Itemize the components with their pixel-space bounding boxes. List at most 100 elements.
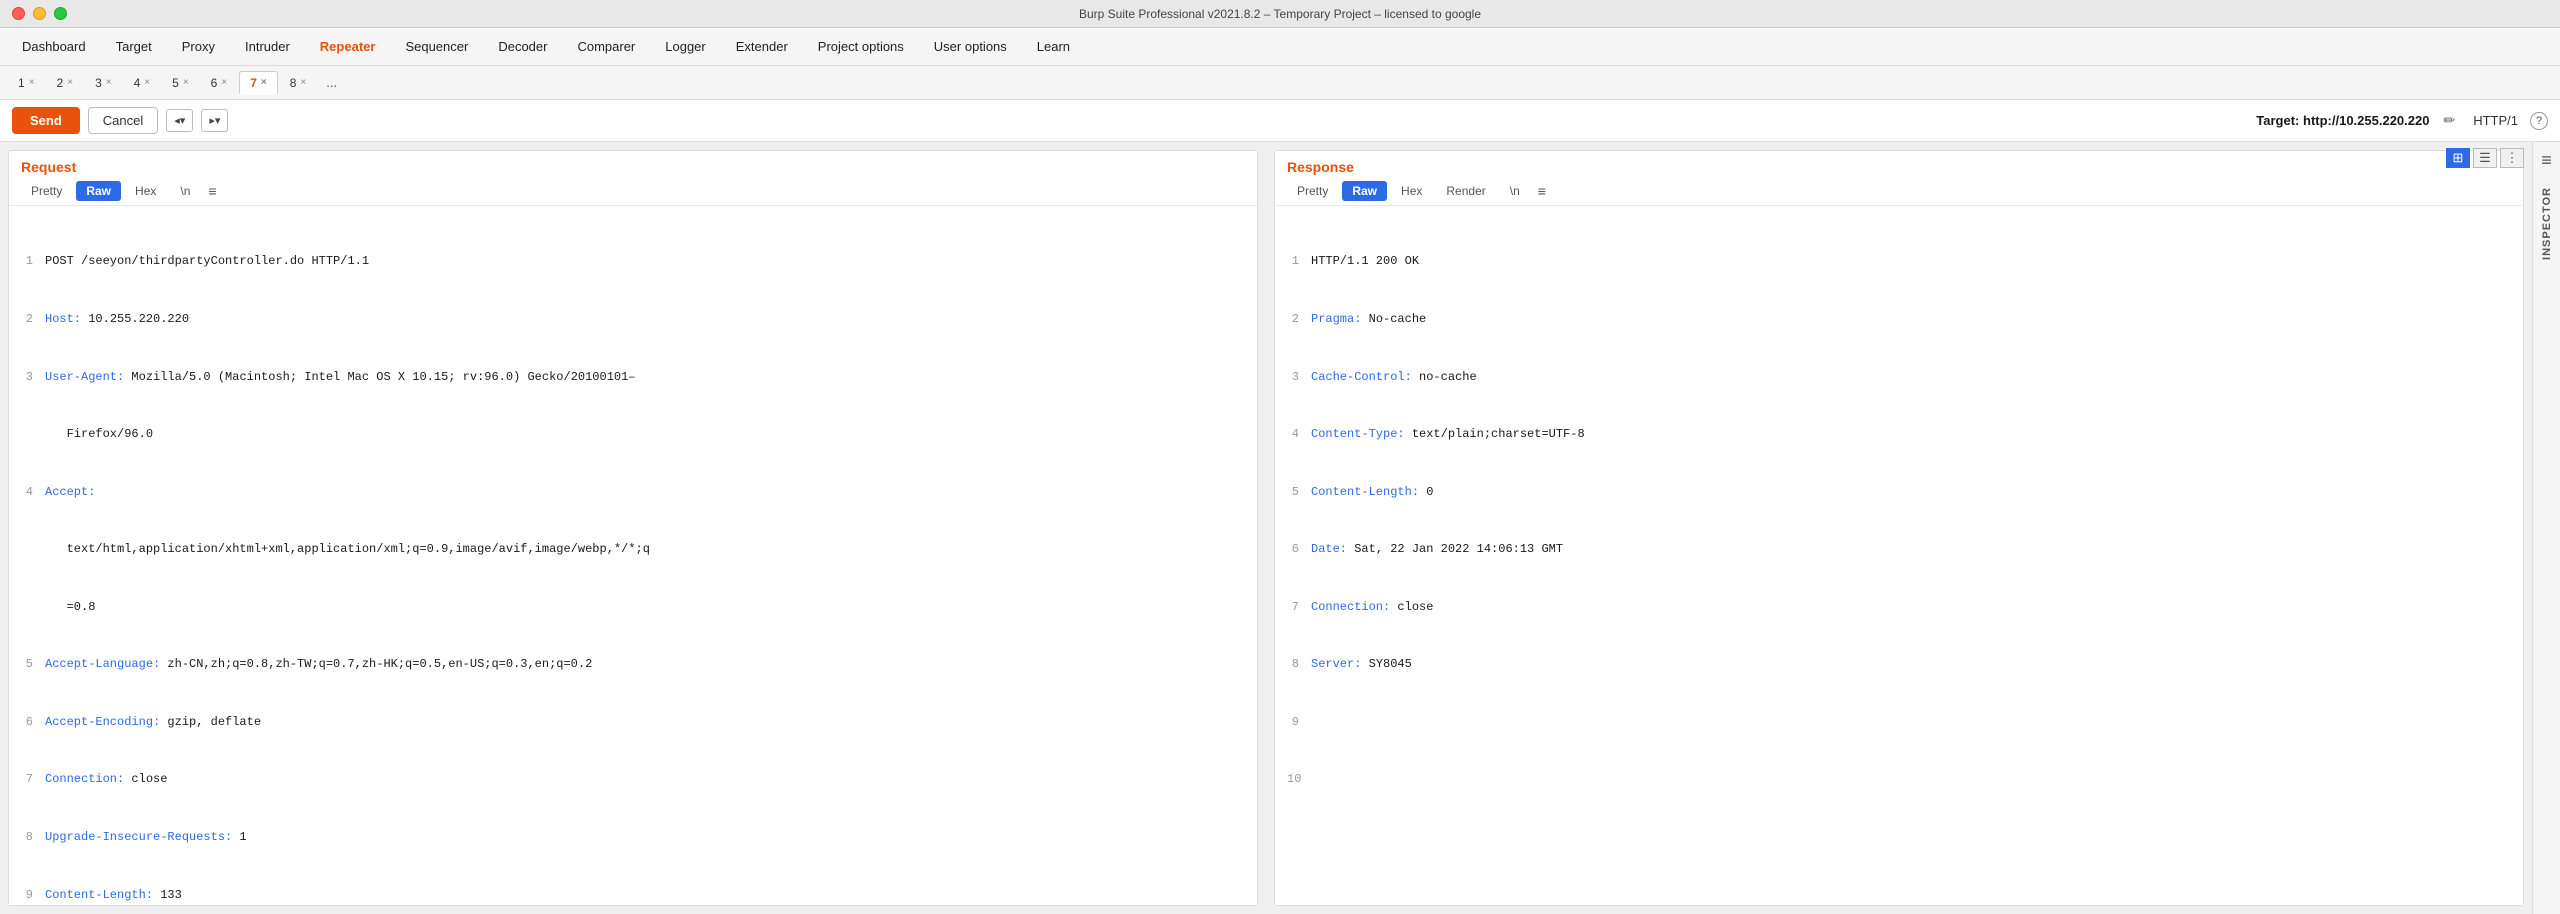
request-panel-title: Request bbox=[21, 159, 1245, 175]
tab-1-label: 1 bbox=[18, 76, 25, 90]
menu-learn[interactable]: Learn bbox=[1023, 34, 1084, 59]
edit-target-icon[interactable]: ✏ bbox=[2443, 112, 2455, 129]
response-panel-title: Response bbox=[1287, 159, 2511, 175]
response-line-8: 8 Server: SY8045 bbox=[1287, 655, 2511, 674]
request-panel-header: Request Pretty Raw Hex \n ≡ bbox=[9, 151, 1257, 206]
menu-comparer[interactable]: Comparer bbox=[563, 34, 649, 59]
response-line-1: 1 HTTP/1.1 200 OK bbox=[1287, 252, 2511, 271]
response-tab-newline[interactable]: \n bbox=[1500, 181, 1530, 201]
tab-3[interactable]: 3 × bbox=[85, 72, 122, 94]
menu-proxy[interactable]: Proxy bbox=[168, 34, 229, 59]
view-vertical-icon[interactable]: ⋮ bbox=[2500, 148, 2524, 168]
inspector-sidebar: ≡ INSPECTOR bbox=[2532, 142, 2560, 914]
response-line-7: 7 Connection: close bbox=[1287, 598, 2511, 617]
response-line-4: 4 Content-Type: text/plain;charset=UTF-8 bbox=[1287, 425, 2511, 444]
send-button[interactable]: Send bbox=[12, 107, 80, 134]
help-icon[interactable]: ? bbox=[2530, 112, 2548, 130]
request-line-9: 9 Content-Length: 133 bbox=[21, 886, 1245, 905]
menu-logger[interactable]: Logger bbox=[651, 34, 719, 59]
request-line-4: 4 Accept: bbox=[21, 483, 1245, 502]
request-line-3b: Firefox/96.0 bbox=[21, 425, 1245, 444]
menu-project-options[interactable]: Project options bbox=[804, 34, 918, 59]
tabs-more[interactable]: ... bbox=[318, 71, 345, 94]
request-line-8: 8 Upgrade-Insecure-Requests: 1 bbox=[21, 828, 1245, 847]
tabs-row: 1 × 2 × 3 × 4 × 5 × 6 × 7 × 8 × ... bbox=[0, 66, 2560, 100]
tab-7-close[interactable]: × bbox=[261, 77, 267, 88]
request-panel: Request Pretty Raw Hex \n ≡ 1 POST /seey… bbox=[8, 150, 1258, 906]
http-version-label: HTTP/1 bbox=[2473, 113, 2518, 128]
tab-3-close[interactable]: × bbox=[106, 77, 112, 88]
response-panel: Response Pretty Raw Hex Render \n ≡ 1 HT… bbox=[1274, 150, 2524, 906]
target-label: Target: http://10.255.220.220 bbox=[2256, 113, 2429, 128]
tab-1-close[interactable]: × bbox=[29, 77, 35, 88]
tab-8-close[interactable]: × bbox=[300, 77, 306, 88]
tab-5-label: 5 bbox=[172, 76, 179, 90]
response-line-10: 10 bbox=[1287, 770, 2511, 789]
response-line-6: 6 Date: Sat, 22 Jan 2022 14:06:13 GMT bbox=[1287, 540, 2511, 559]
cancel-button[interactable]: Cancel bbox=[88, 107, 158, 134]
response-line-5: 5 Content-Length: 0 bbox=[1287, 483, 2511, 502]
request-line-4c: =0.8 bbox=[21, 598, 1245, 617]
tab-2-label: 2 bbox=[57, 76, 64, 90]
response-line-2: 2 Pragma: No-cache bbox=[1287, 310, 2511, 329]
main-content: ⊞ ☰ ⋮ Request Pretty Raw Hex \n ≡ 1 POST… bbox=[0, 142, 2560, 914]
tab-2-close[interactable]: × bbox=[67, 77, 73, 88]
tab-1[interactable]: 1 × bbox=[8, 72, 45, 94]
request-code-area: 1 POST /seeyon/thirdpartyController.do H… bbox=[9, 206, 1257, 905]
menu-bar: Dashboard Target Proxy Intruder Repeater… bbox=[0, 28, 2560, 66]
window-title: Burp Suite Professional v2021.8.2 – Temp… bbox=[1079, 7, 1481, 21]
request-line-1: 1 POST /seeyon/thirdpartyController.do H… bbox=[21, 252, 1245, 271]
request-line-7: 7 Connection: close bbox=[21, 770, 1245, 789]
view-horizontal-icon[interactable]: ☰ bbox=[2473, 148, 2497, 168]
request-tab-menu[interactable]: ≡ bbox=[208, 183, 216, 199]
menu-decoder[interactable]: Decoder bbox=[484, 34, 561, 59]
request-tab-pretty[interactable]: Pretty bbox=[21, 181, 72, 201]
request-line-4b: text/html,application/xhtml+xml,applicat… bbox=[21, 540, 1245, 559]
toolbar: Send Cancel ◂▾ ▸▾ Target: http://10.255.… bbox=[0, 100, 2560, 142]
request-tab-hex[interactable]: Hex bbox=[125, 181, 166, 201]
title-bar: Burp Suite Professional v2021.8.2 – Temp… bbox=[0, 0, 2560, 28]
minimize-button[interactable] bbox=[33, 7, 46, 20]
menu-intruder[interactable]: Intruder bbox=[231, 34, 304, 59]
request-tab-raw[interactable]: Raw bbox=[76, 181, 121, 201]
tab-4-close[interactable]: × bbox=[144, 77, 150, 88]
tab-2[interactable]: 2 × bbox=[47, 72, 84, 94]
menu-repeater[interactable]: Repeater bbox=[306, 34, 390, 59]
menu-sequencer[interactable]: Sequencer bbox=[391, 34, 482, 59]
view-split-icon[interactable]: ⊞ bbox=[2446, 148, 2470, 168]
tab-4-label: 4 bbox=[134, 76, 141, 90]
request-line-5: 5 Accept-Language: zh-CN,zh;q=0.8,zh-TW;… bbox=[21, 655, 1245, 674]
response-tab-raw[interactable]: Raw bbox=[1342, 181, 1387, 201]
maximize-button[interactable] bbox=[54, 7, 67, 20]
response-tab-menu[interactable]: ≡ bbox=[1538, 183, 1546, 199]
nav-forward-button[interactable]: ▸▾ bbox=[201, 109, 228, 132]
response-panel-tabs: Pretty Raw Hex Render \n ≡ bbox=[1287, 181, 2511, 201]
tab-4[interactable]: 4 × bbox=[124, 72, 161, 94]
request-line-2: 2 Host: 10.255.220.220 bbox=[21, 310, 1245, 329]
response-tab-pretty[interactable]: Pretty bbox=[1287, 181, 1338, 201]
tab-5-close[interactable]: × bbox=[183, 77, 189, 88]
tab-6-close[interactable]: × bbox=[221, 77, 227, 88]
menu-user-options[interactable]: User options bbox=[920, 34, 1021, 59]
menu-extender[interactable]: Extender bbox=[722, 34, 802, 59]
tab-7-label: 7 bbox=[250, 76, 257, 90]
response-tab-hex[interactable]: Hex bbox=[1391, 181, 1432, 201]
tab-8-label: 8 bbox=[290, 76, 297, 90]
response-line-9: 9 bbox=[1287, 713, 2511, 732]
tab-5[interactable]: 5 × bbox=[162, 72, 199, 94]
response-tab-render[interactable]: Render bbox=[1436, 181, 1495, 201]
request-tab-newline[interactable]: \n bbox=[170, 181, 200, 201]
menu-target[interactable]: Target bbox=[102, 34, 166, 59]
nav-back-button[interactable]: ◂▾ bbox=[166, 109, 193, 132]
close-button[interactable] bbox=[12, 7, 25, 20]
inspector-menu-icon[interactable]: ≡ bbox=[2541, 150, 2552, 171]
tab-7[interactable]: 7 × bbox=[239, 71, 278, 95]
window-controls[interactable] bbox=[12, 7, 67, 20]
tab-3-label: 3 bbox=[95, 76, 102, 90]
tab-6-label: 6 bbox=[211, 76, 218, 90]
tab-6[interactable]: 6 × bbox=[201, 72, 238, 94]
response-panel-header: Response Pretty Raw Hex Render \n ≡ bbox=[1275, 151, 2523, 206]
request-line-6: 6 Accept-Encoding: gzip, deflate bbox=[21, 713, 1245, 732]
tab-8[interactable]: 8 × bbox=[280, 72, 317, 94]
menu-dashboard[interactable]: Dashboard bbox=[8, 34, 100, 59]
